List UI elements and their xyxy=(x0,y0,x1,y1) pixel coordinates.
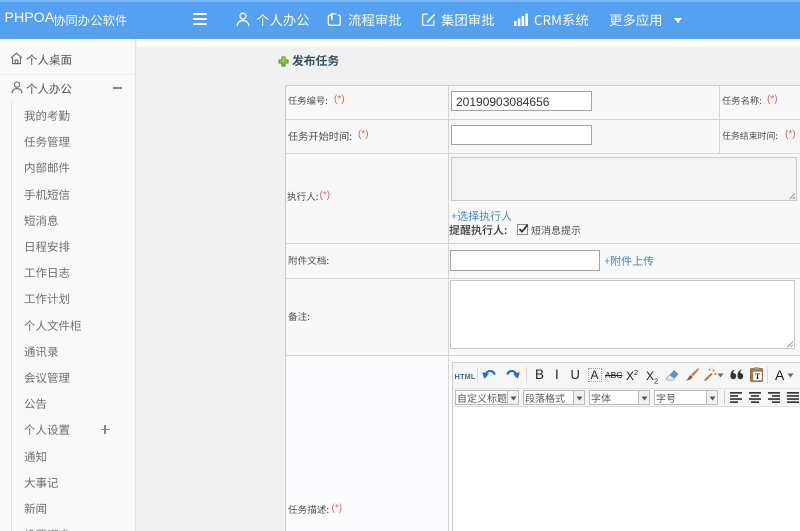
svg-text:T: T xyxy=(755,372,761,381)
